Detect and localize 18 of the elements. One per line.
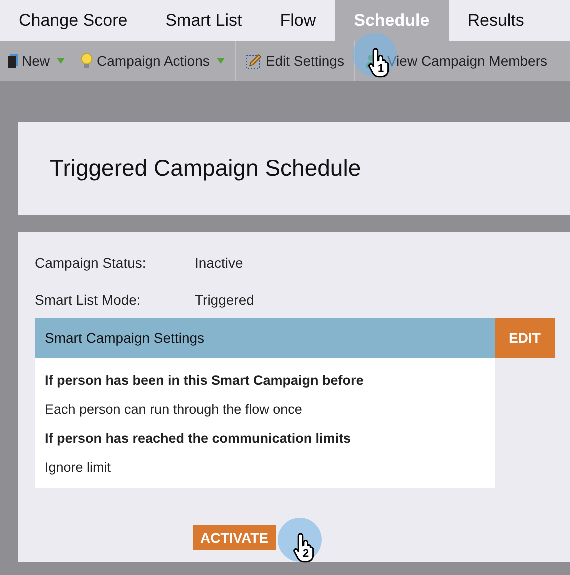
pencil-icon (246, 53, 262, 69)
step-number: 1 (378, 63, 384, 75)
setting-value: Each person can run through the flow once (45, 401, 304, 419)
toolbar-button[interactable]: Campaign Actions (73, 41, 233, 81)
lightbulb-icon (81, 53, 94, 69)
setting-value: Ignore limit (45, 459, 112, 477)
toolbar-button[interactable]: Edit Settings (238, 41, 352, 81)
field-value: Inactive (195, 254, 244, 270)
field-label: Smart List Mode: (35, 292, 142, 308)
book-icon (8, 54, 18, 68)
field-label: Campaign Status: (35, 254, 148, 270)
toolbar-button[interactable]: New (0, 41, 74, 81)
page-title: Triggered Campaign Schedule (50, 155, 362, 182)
section-header: Smart Campaign Settings (35, 318, 495, 358)
step-number: 2 (303, 548, 310, 560)
field-value: Triggered (195, 292, 254, 308)
setting-label: If person has been in this Smart Campaign before (45, 372, 365, 390)
setting-label: If person has reached the communication limits (45, 430, 352, 448)
